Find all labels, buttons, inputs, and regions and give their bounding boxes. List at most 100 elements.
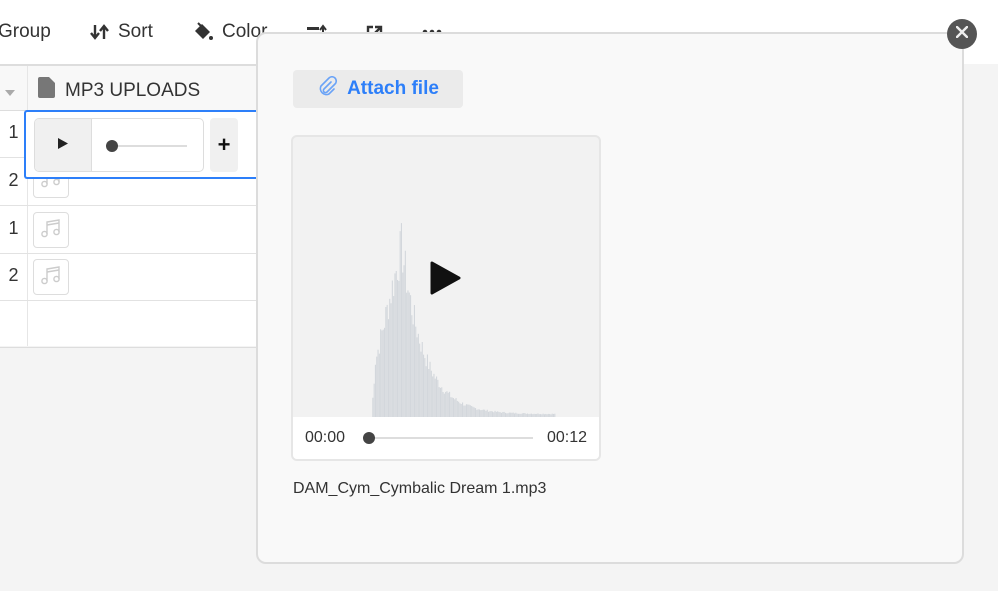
audio-file-card: 00:00 00:12 — [291, 135, 601, 461]
attach-file-label: Attach file — [347, 78, 439, 99]
waveform-bar — [442, 391, 444, 417]
waveform-bar — [406, 292, 408, 417]
attachment-field-icon — [38, 77, 55, 104]
waveform-bar — [415, 326, 417, 417]
waveform-bar — [386, 304, 388, 417]
waveform-bar — [482, 409, 484, 417]
audio-thumbnail[interactable] — [33, 259, 69, 295]
waveform-bar — [438, 387, 440, 417]
row-number: 1 — [8, 122, 19, 142]
waveform-bar — [454, 399, 456, 417]
current-time: 00:00 — [305, 429, 346, 446]
waveform-bar — [380, 329, 382, 417]
waveform-bar — [447, 392, 449, 417]
play-button[interactable] — [429, 261, 461, 300]
waveform-bar — [469, 405, 471, 417]
close-modal-button[interactable] — [947, 19, 977, 49]
mini-seek-track — [110, 145, 187, 147]
waveform-bar — [384, 327, 386, 417]
waveform-bar — [423, 354, 425, 417]
row-number: 2 — [8, 265, 19, 285]
mini-seek-slider[interactable] — [92, 119, 203, 171]
waveform-bar — [413, 305, 415, 417]
waveform-bar — [420, 351, 422, 417]
sort-icon — [90, 23, 110, 41]
empty-row-area[interactable] — [0, 300, 258, 348]
duration: 00:12 — [546, 429, 587, 446]
group-label: Group — [0, 21, 51, 42]
waveform-bar — [429, 361, 431, 417]
add-attachment-button[interactable]: + — [210, 118, 238, 172]
column-header-mp3-uploads[interactable]: MP3 UPLOADS — [38, 77, 200, 104]
waveform-bar — [428, 369, 430, 417]
waveform-bar — [460, 403, 462, 417]
waveform-bar — [432, 376, 434, 417]
waveform-bar — [458, 401, 460, 417]
audio-thumbnail[interactable] — [33, 212, 69, 248]
waveform-bar — [381, 330, 383, 417]
waveform-bar — [441, 387, 443, 417]
row-number: 1 — [8, 218, 19, 238]
caret-down-icon[interactable] — [4, 84, 16, 102]
waveform-bar — [402, 272, 404, 417]
waveform-bar — [373, 383, 375, 417]
waveform-bar — [464, 405, 466, 417]
waveform-bar — [399, 231, 401, 417]
waveform-bar — [382, 329, 384, 417]
waveform-bar — [430, 370, 432, 417]
waveform-bar — [425, 366, 427, 417]
waveform-bar — [407, 290, 409, 417]
sort-button[interactable]: Sort — [90, 19, 153, 45]
table-row[interactable]: 1 — [0, 206, 258, 254]
waveform-bar — [451, 397, 453, 417]
waveform-bar — [391, 280, 393, 417]
waveform-bar — [476, 409, 478, 417]
waveform-bar — [445, 391, 447, 417]
waveform-bar — [437, 379, 439, 417]
waveform-bar — [411, 315, 413, 417]
waveform-bar — [477, 409, 479, 417]
play-icon — [430, 261, 461, 295]
play-icon — [58, 136, 68, 154]
paperclip-icon — [317, 75, 338, 102]
seek-track[interactable] — [369, 437, 533, 439]
row-number: 2 — [8, 170, 19, 190]
waveform-bar — [395, 270, 397, 417]
waveform-bar — [389, 298, 391, 417]
waveform-bar — [421, 342, 423, 417]
mini-play-button[interactable] — [35, 119, 92, 171]
music-note-icon — [40, 217, 62, 244]
waveform-bar — [424, 358, 426, 417]
attach-file-button[interactable]: Attach file — [293, 70, 463, 108]
music-note-icon — [40, 264, 62, 291]
waveform-bar — [398, 281, 400, 417]
waveform-bar — [472, 406, 474, 417]
waveform-bar — [478, 409, 480, 417]
waveform-bar — [433, 373, 435, 417]
seek-knob[interactable] — [363, 432, 375, 444]
waveform-bar — [403, 265, 405, 417]
waveform-bar — [473, 407, 475, 417]
waveform-bar — [374, 364, 376, 417]
waveform-bar — [480, 410, 482, 417]
mini-audio-player — [34, 118, 204, 172]
waveform-bar — [378, 353, 380, 417]
waveform-bar — [471, 405, 473, 417]
records-grid: MP3 UPLOADS 1 2 1 2 + — [0, 64, 258, 348]
group-button[interactable]: Group — [0, 19, 51, 45]
active-cell[interactable]: + — [24, 110, 258, 179]
waveform-bar — [463, 405, 465, 417]
waveform-bar — [404, 250, 406, 417]
waveform-bar — [481, 409, 483, 417]
waveform-bar — [377, 349, 379, 417]
mini-seek-knob[interactable] — [106, 140, 118, 152]
waveform-bar — [372, 397, 374, 417]
waveform-bar — [486, 409, 488, 417]
waveform-bar — [410, 295, 412, 417]
table-row[interactable]: 2 — [0, 253, 258, 301]
waveform-bar — [467, 404, 469, 417]
paint-bucket-icon — [192, 22, 214, 42]
waveform-bar — [408, 292, 410, 417]
waveform-bar — [419, 343, 421, 417]
waveform-bar — [484, 409, 486, 417]
